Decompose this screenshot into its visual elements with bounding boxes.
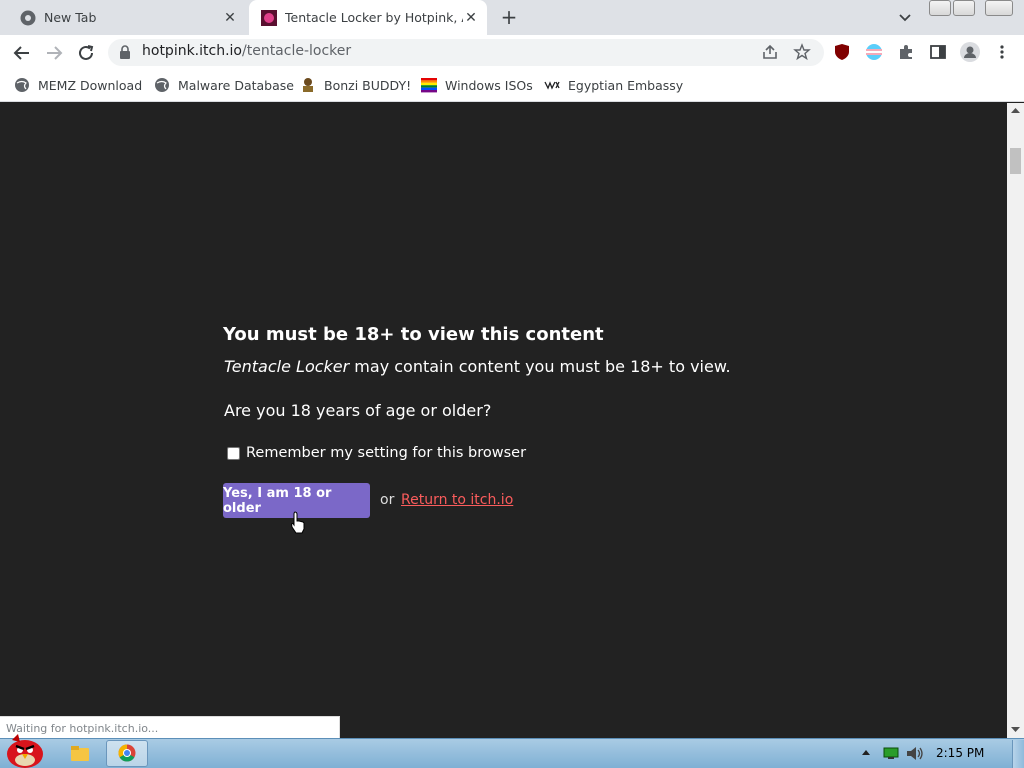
url-text[interactable]: hotpink.itch.io/tentacle-locker <box>142 43 351 59</box>
rainbow-flag-icon <box>421 78 437 93</box>
wix-icon <box>544 81 560 90</box>
taskbar-clock[interactable]: 2:15 PM <box>936 746 984 760</box>
new-tab-button[interactable]: + <box>498 7 520 29</box>
bookmark-bonzi-buddy[interactable]: Bonzi BUDDY! <box>300 76 411 94</box>
minimize-button[interactable] <box>929 0 951 16</box>
close-tab-icon[interactable]: ✕ <box>463 10 479 26</box>
scroll-down-arrow-icon[interactable] <box>1010 726 1021 734</box>
close-window-button[interactable] <box>985 0 1013 16</box>
globe-icon <box>155 78 169 92</box>
page-viewport <box>0 103 1007 738</box>
hand-cursor-icon <box>290 511 305 534</box>
back-icon[interactable] <box>11 42 33 64</box>
scroll-up-arrow-icon[interactable] <box>1010 106 1021 114</box>
warning-text: may contain content you must be 18+ to v… <box>349 357 731 376</box>
bookmark-label: MEMZ Download <box>38 77 143 93</box>
bookmark-label: Bonzi BUDDY! <box>324 77 412 93</box>
age-question: Are you 18 years of age or older? <box>224 401 492 420</box>
bookmark-star-icon[interactable] <box>793 43 811 61</box>
vertical-scrollbar[interactable] <box>1007 103 1024 738</box>
extensions-puzzle-icon[interactable] <box>897 43 915 61</box>
tab-title: New Tab <box>44 10 97 25</box>
bookmark-egyptian-embassy[interactable]: Egyptian Embassy <box>544 76 683 94</box>
profile-avatar-icon[interactable] <box>960 42 980 62</box>
bookmark-label: Malware Database <box>178 77 294 93</box>
tab-search-chevron-icon[interactable] <box>896 9 914 27</box>
url-host: hotpink.itch.io <box>142 43 242 59</box>
remember-label: Remember my setting for this browser <box>246 445 527 461</box>
tab-new-tab[interactable]: New Tab ✕ <box>8 0 246 35</box>
show-hidden-icons-icon[interactable] <box>861 748 871 756</box>
volume-icon[interactable] <box>906 746 924 761</box>
lock-icon[interactable] <box>119 45 131 59</box>
tab-title: Tentacle Locker by Hotpink, Ar <box>285 10 463 25</box>
restore-button[interactable] <box>953 0 975 16</box>
remember-checkbox[interactable] <box>227 446 240 460</box>
menu-kebab-icon[interactable] <box>993 43 1011 61</box>
network-icon[interactable] <box>883 747 899 760</box>
scrollbar-thumb[interactable] <box>1010 148 1021 174</box>
bookmark-label: Windows ISOs <box>445 77 533 93</box>
url-path: /tentacle-locker <box>242 43 352 59</box>
close-tab-icon[interactable]: ✕ <box>222 10 238 26</box>
bookmark-malware-database[interactable]: Malware Database <box>154 76 294 94</box>
bookmark-windows-isos[interactable]: Windows ISOs <box>421 76 533 94</box>
trans-flag-extension-icon[interactable] <box>865 43 883 61</box>
forward-icon[interactable] <box>43 42 65 64</box>
file-explorer-icon[interactable] <box>70 744 90 762</box>
return-to-itchio-link[interactable]: Return to itch.io <box>401 492 513 508</box>
bookmark-label: Egyptian Embassy <box>568 77 684 93</box>
ublock-icon[interactable] <box>833 43 851 61</box>
chrome-icon <box>20 10 36 25</box>
globe-icon <box>15 78 29 92</box>
age-gate-warning: Tentacle Locker may contain content you … <box>224 357 731 376</box>
status-bubble: Waiting for hotpink.itch.io... <box>0 716 340 738</box>
start-button-angry-bird-icon[interactable] <box>2 730 48 768</box>
reload-icon[interactable] <box>75 42 97 64</box>
share-icon[interactable] <box>761 43 779 61</box>
bonzi-icon <box>303 78 313 92</box>
game-favicon-icon <box>261 9 277 26</box>
age-gate-heading: You must be 18+ to view this content <box>223 324 604 345</box>
show-desktop-button[interactable] <box>1012 740 1024 768</box>
or-label: or <box>380 492 395 508</box>
chrome-taskbar-icon <box>118 744 136 762</box>
side-panel-icon[interactable] <box>929 43 947 61</box>
remember-setting-row[interactable]: Remember my setting for this browser <box>227 445 526 461</box>
tab-tentacle-locker[interactable]: Tentacle Locker by Hotpink, Ar ✕ <box>249 0 487 35</box>
game-name: Tentacle Locker <box>224 357 350 376</box>
bookmark-memz-download[interactable]: MEMZ Download <box>14 76 142 94</box>
